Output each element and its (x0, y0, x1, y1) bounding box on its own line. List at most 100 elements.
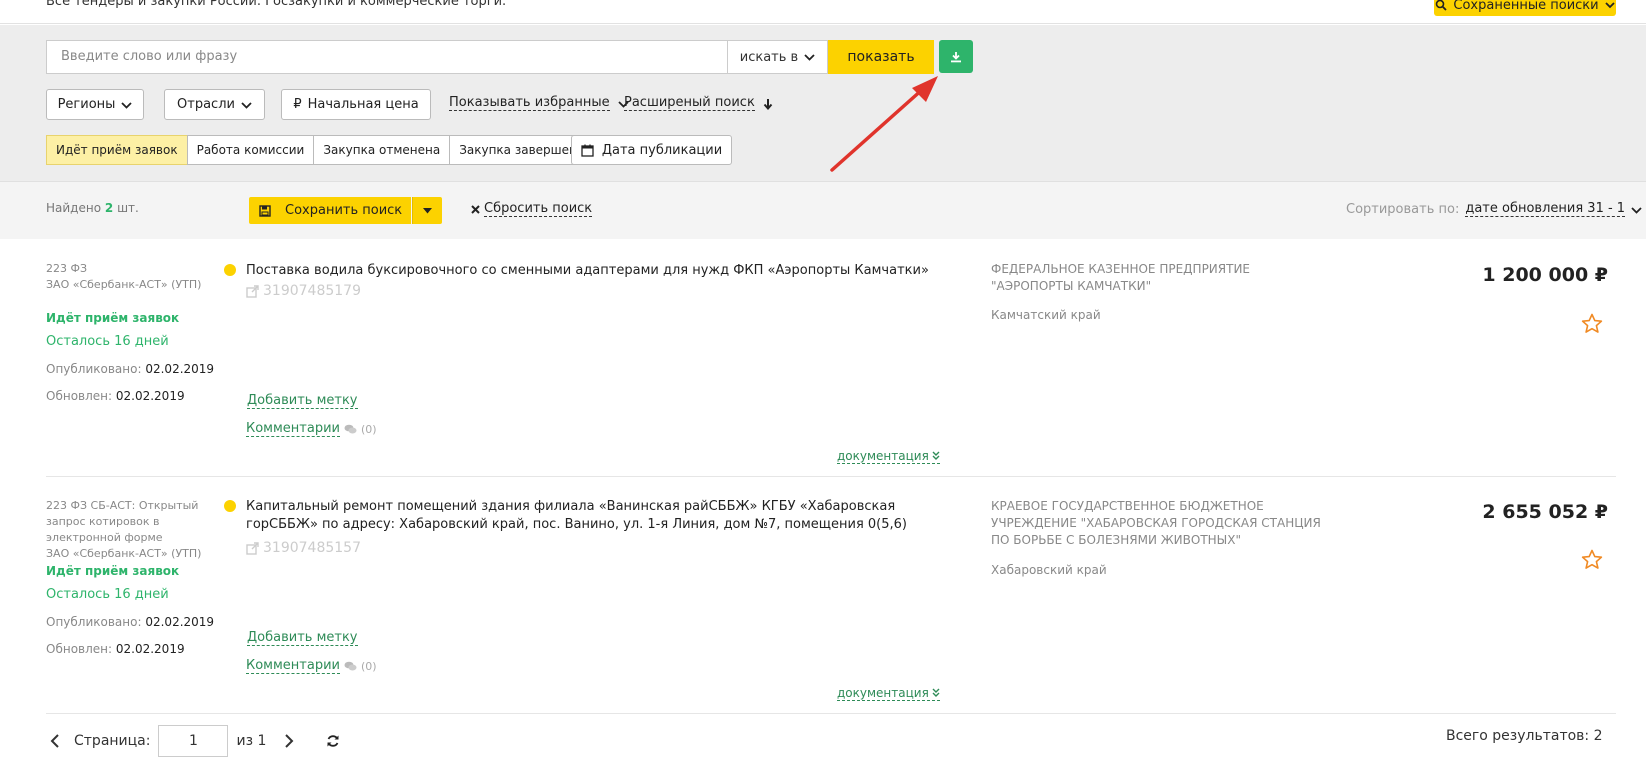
result-published: Опубликовано: 02.02.2019 (46, 615, 214, 629)
add-tag-link[interactable]: Добавить метку (247, 630, 358, 646)
publish-date-label: Дата публикации (601, 142, 723, 158)
advanced-search-toggle[interactable]: Расширеный поиск (624, 96, 773, 111)
chevron-down-icon (1631, 206, 1642, 214)
chevron-right-icon[interactable] (284, 734, 294, 748)
result-price: 2 655 052 ₽ (1482, 501, 1608, 523)
page-label: Страница: (74, 733, 151, 749)
chevron-left-icon[interactable] (50, 734, 60, 748)
published-label: Опубликовано: (46, 362, 142, 376)
comments-link: Комментарии (246, 658, 340, 674)
industries-label: Отрасли (177, 97, 235, 112)
result-number: 31907485179 (263, 283, 361, 299)
arrow-down-icon (763, 98, 773, 110)
updated-label: Обновлен: (46, 642, 113, 656)
result-title[interactable]: Поставка водила буксировочного со сменны… (246, 262, 966, 280)
documents-label: документация (837, 686, 929, 700)
published-date: 02.02.2019 (145, 362, 215, 376)
result-divider (46, 713, 1616, 714)
result-customer[interactable]: КРАЕВОЕ ГОСУДАРСТВЕННОЕ БЮДЖЕТНОЕ УЧРЕЖД… (991, 498, 1331, 549)
comments-count: (0) (360, 659, 377, 673)
saved-searches-button[interactable]: Сохраненные поиски (1434, 0, 1616, 16)
save-search-options-button[interactable] (412, 197, 442, 224)
result-customer[interactable]: ФЕДЕРАЛЬНОЕ КАЗЕННОЕ ПРЕДПРИЯТИЕ "АЭРОПО… (991, 261, 1331, 295)
top-bar: Все тендеры и закупки России. Госзакупки… (0, 0, 1646, 24)
regions-dropdown[interactable]: Регионы (46, 89, 144, 120)
result-updated: Обновлен: 02.02.2019 (46, 389, 185, 403)
initial-price-label: Начальная цена (307, 97, 419, 112)
result-updated: Обновлен: 02.02.2019 (46, 642, 185, 656)
result-law: 223 ФЗ ЗАО «Сбербанк-АСТ» (УТП) (46, 261, 226, 293)
result-law-type: 223 ФЗ (46, 262, 88, 275)
initial-price-filter[interactable]: ₽ Начальная цена (281, 89, 431, 120)
result-law: 223 ФЗ СБ-АСТ: Открытый запрос котировок… (46, 498, 226, 562)
total-results: Всего результатов: 2 (1446, 728, 1603, 744)
page-input[interactable]: 1 (158, 725, 229, 757)
double-chevron-down-icon (932, 451, 940, 460)
comments-row[interactable]: Комментарии (0) (246, 658, 377, 674)
updated-date: 02.02.2019 (115, 642, 185, 656)
result-published: Опубликовано: 02.02.2019 (46, 362, 214, 376)
chevron-down-icon (1604, 2, 1615, 9)
chevron-down-icon (241, 101, 252, 109)
result-status: Идёт приём заявок (46, 311, 180, 325)
result-region: Хабаровский край (991, 563, 1107, 577)
add-tag-link[interactable]: Добавить метку (247, 393, 358, 409)
status-tab-cancelled[interactable]: Закупка отменена (313, 135, 451, 165)
floppy-icon (259, 204, 271, 217)
reset-search-label: Сбросить поиск (484, 201, 593, 217)
favorite-star-icon[interactable] (1581, 549, 1603, 570)
advanced-search-label: Расширеный поиск (624, 95, 755, 111)
regions-label: Регионы (57, 97, 116, 112)
refresh-icon[interactable] (326, 734, 340, 748)
result-status: Идёт приём заявок (46, 564, 180, 578)
result-number: 31907485157 (263, 540, 361, 556)
ruble-icon: ₽ (293, 97, 302, 112)
favorite-star-icon[interactable] (1581, 313, 1603, 334)
comments-row[interactable]: Комментарии (0) (246, 421, 377, 437)
result-price: 1 200 000 ₽ (1482, 264, 1608, 286)
found-number: 2 (104, 201, 114, 215)
result-title[interactable]: Капитальный ремонт помещений здания фили… (246, 498, 961, 534)
result-law-type: 223 ФЗ СБ-АСТ: Открытый запрос котировок… (46, 499, 199, 544)
updated-date: 02.02.2019 (115, 389, 185, 403)
documents-link[interactable]: документация (837, 686, 940, 701)
search-input[interactable]: Введите слово или фразу (46, 40, 728, 74)
saved-searches-label: Сохраненные поиски (1453, 0, 1599, 13)
download-icon (951, 51, 961, 62)
result-divider (46, 476, 1616, 477)
save-search-label: Сохранить поиск (285, 203, 403, 218)
result-number-link[interactable]: 31907485179 (246, 283, 361, 299)
result-number-link[interactable]: 31907485157 (246, 540, 361, 556)
search-in-label: искать в (739, 49, 799, 65)
reset-search-link[interactable]: Сбросить поиск (471, 201, 593, 217)
status-dot (224, 264, 236, 276)
caret-down-icon (423, 207, 432, 213)
result-remaining: Осталось 16 дней (46, 334, 169, 349)
status-dot (224, 500, 236, 512)
show-favorites-dropdown[interactable]: Показывать избранные (449, 96, 629, 111)
external-link-icon (246, 541, 259, 555)
found-count: Найдено 2 шт. (46, 201, 139, 215)
status-tabs: Идёт приём заявок Работа комиссии Закупк… (46, 135, 595, 165)
comments-icon (344, 424, 357, 433)
publish-date-filter[interactable]: Дата публикации (571, 135, 732, 165)
industries-dropdown[interactable]: Отрасли (164, 89, 265, 120)
site-tagline: Все тендеры и закупки России. Госзакупки… (46, 0, 507, 9)
external-link-icon (246, 284, 259, 298)
close-icon (471, 205, 480, 214)
show-favorites-label: Показывать избранные (449, 95, 610, 111)
result-platform: ЗАО «Сбербанк-АСТ» (УТП) (46, 547, 202, 560)
sort-control[interactable]: Сортировать по: дате обновления 31 - 1 (1346, 202, 1642, 217)
documents-link[interactable]: документация (837, 449, 940, 464)
calendar-icon (581, 144, 594, 157)
result-region: Камчатский край (991, 308, 1101, 322)
page-of-label: из 1 (236, 733, 267, 749)
found-prefix: Найдено (46, 201, 102, 215)
sort-label: Сортировать по: (1346, 202, 1460, 217)
status-tab-commission[interactable]: Работа комиссии (186, 135, 315, 165)
save-search-button[interactable]: Сохранить поиск (249, 197, 411, 224)
result-platform: ЗАО «Сбербанк-АСТ» (УТП) (46, 278, 202, 291)
search-icon (1436, 0, 1448, 11)
status-tab-accepting[interactable]: Идёт приём заявок (46, 135, 188, 165)
search-in-dropdown[interactable]: искать в (727, 40, 828, 74)
